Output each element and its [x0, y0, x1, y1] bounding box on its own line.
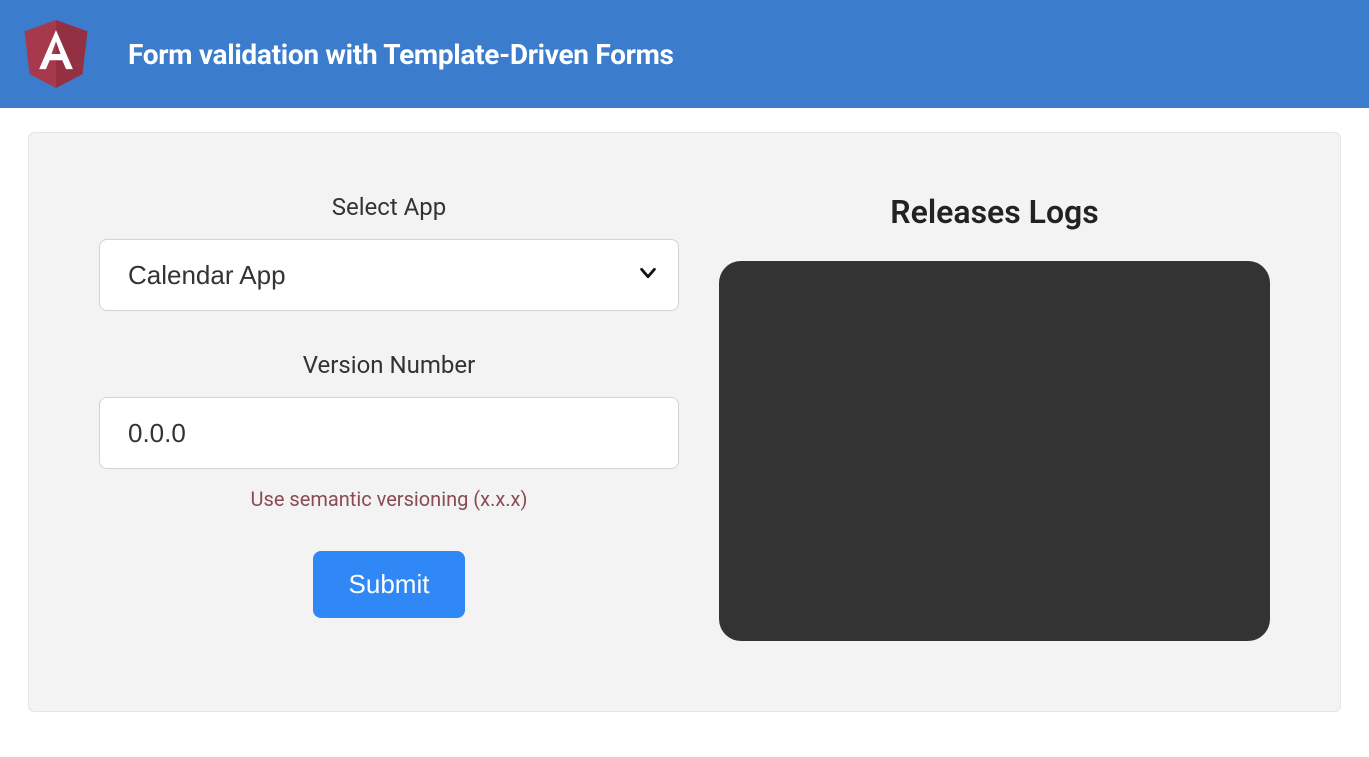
select-app-label: Select App: [332, 193, 447, 221]
logs-column: Releases Logs: [719, 193, 1270, 641]
submit-button[interactable]: Submit: [313, 551, 466, 618]
angular-logo-icon: [24, 20, 88, 88]
releases-logs-panel: [719, 261, 1270, 641]
version-helper-text: Use semantic versioning (x.x.x): [251, 487, 528, 511]
form-column: Select App Calendar App Version Number U…: [99, 193, 679, 641]
select-app-wrap: Calendar App: [99, 239, 679, 311]
select-app-dropdown[interactable]: Calendar App: [99, 239, 679, 311]
main-card: Select App Calendar App Version Number U…: [28, 132, 1341, 712]
releases-logs-title: Releases Logs: [890, 193, 1098, 231]
version-number-label: Version Number: [303, 351, 475, 379]
app-header: Form validation with Template-Driven For…: [0, 0, 1369, 108]
page-title: Form validation with Template-Driven For…: [128, 38, 674, 71]
version-number-input[interactable]: [99, 397, 679, 469]
